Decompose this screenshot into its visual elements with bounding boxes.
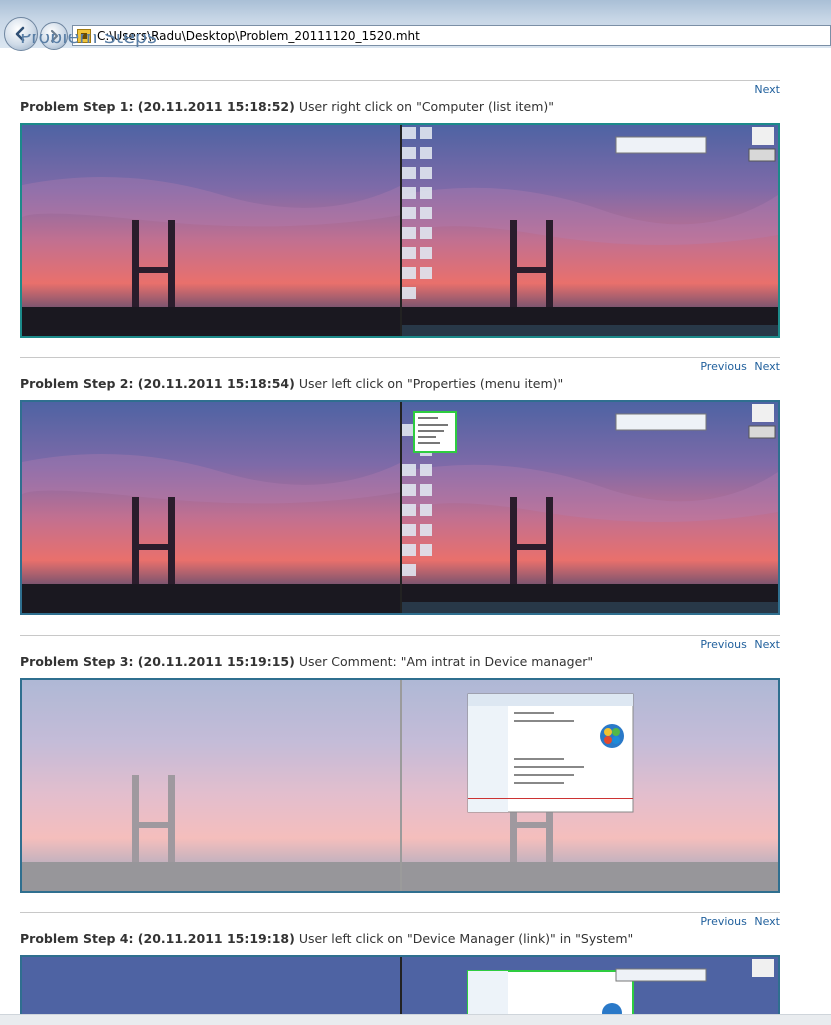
step-screenshot[interactable] [20, 678, 780, 893]
previous-link[interactable]: Previous [700, 638, 747, 651]
desktop-screenshot [22, 125, 778, 336]
next-link[interactable]: Next [754, 83, 780, 96]
next-link[interactable]: Next [754, 360, 780, 373]
step-screenshot[interactable] [20, 400, 780, 615]
status-bar [0, 1014, 831, 1025]
page-heading: Problem Steps [20, 34, 157, 48]
next-link[interactable]: Next [754, 915, 780, 928]
step-nav: Next [754, 83, 780, 96]
step-heading: Problem Step 2: (20.11.2011 15:18:54) [20, 376, 295, 391]
step-title: Problem Step 1: (20.11.2011 15:18:52) Us… [20, 99, 554, 114]
step-heading: Problem Step 3: (20.11.2011 15:19:15) [20, 654, 295, 669]
next-link[interactable]: Next [754, 638, 780, 651]
divider [20, 635, 780, 636]
divider [20, 80, 780, 81]
step-nav: Previous Next [700, 915, 780, 928]
divider [20, 912, 780, 913]
step-description: User left click on "Properties (menu ite… [298, 376, 564, 391]
previous-link[interactable]: Previous [700, 915, 747, 928]
step-heading: Problem Step 4: (20.11.2011 15:19:18) [20, 931, 295, 946]
step-title: Problem Step 3: (20.11.2011 15:19:15) Us… [20, 654, 593, 669]
system-window-thumbnail [467, 693, 634, 813]
step-description: User right click on "Computer (list item… [298, 99, 555, 114]
address-bar[interactable]: C:\Users\Radu\Desktop\Problem_20111120_1… [72, 25, 831, 46]
step-description: User left click on "Device Manager (link… [298, 931, 634, 946]
step-description: User Comment: "Am intrat in Device manag… [298, 654, 594, 669]
step-nav: Previous Next [700, 360, 780, 373]
divider [20, 357, 780, 358]
previous-link[interactable]: Previous [700, 360, 747, 373]
step-nav: Previous Next [700, 638, 780, 651]
desktop-screenshot [22, 402, 778, 613]
step-title: Problem Step 2: (20.11.2011 15:18:54) Us… [20, 376, 563, 391]
step-screenshot[interactable] [20, 123, 780, 338]
step-heading: Problem Step 1: (20.11.2011 15:18:52) [20, 99, 295, 114]
step-title: Problem Step 4: (20.11.2011 15:19:18) Us… [20, 931, 633, 946]
